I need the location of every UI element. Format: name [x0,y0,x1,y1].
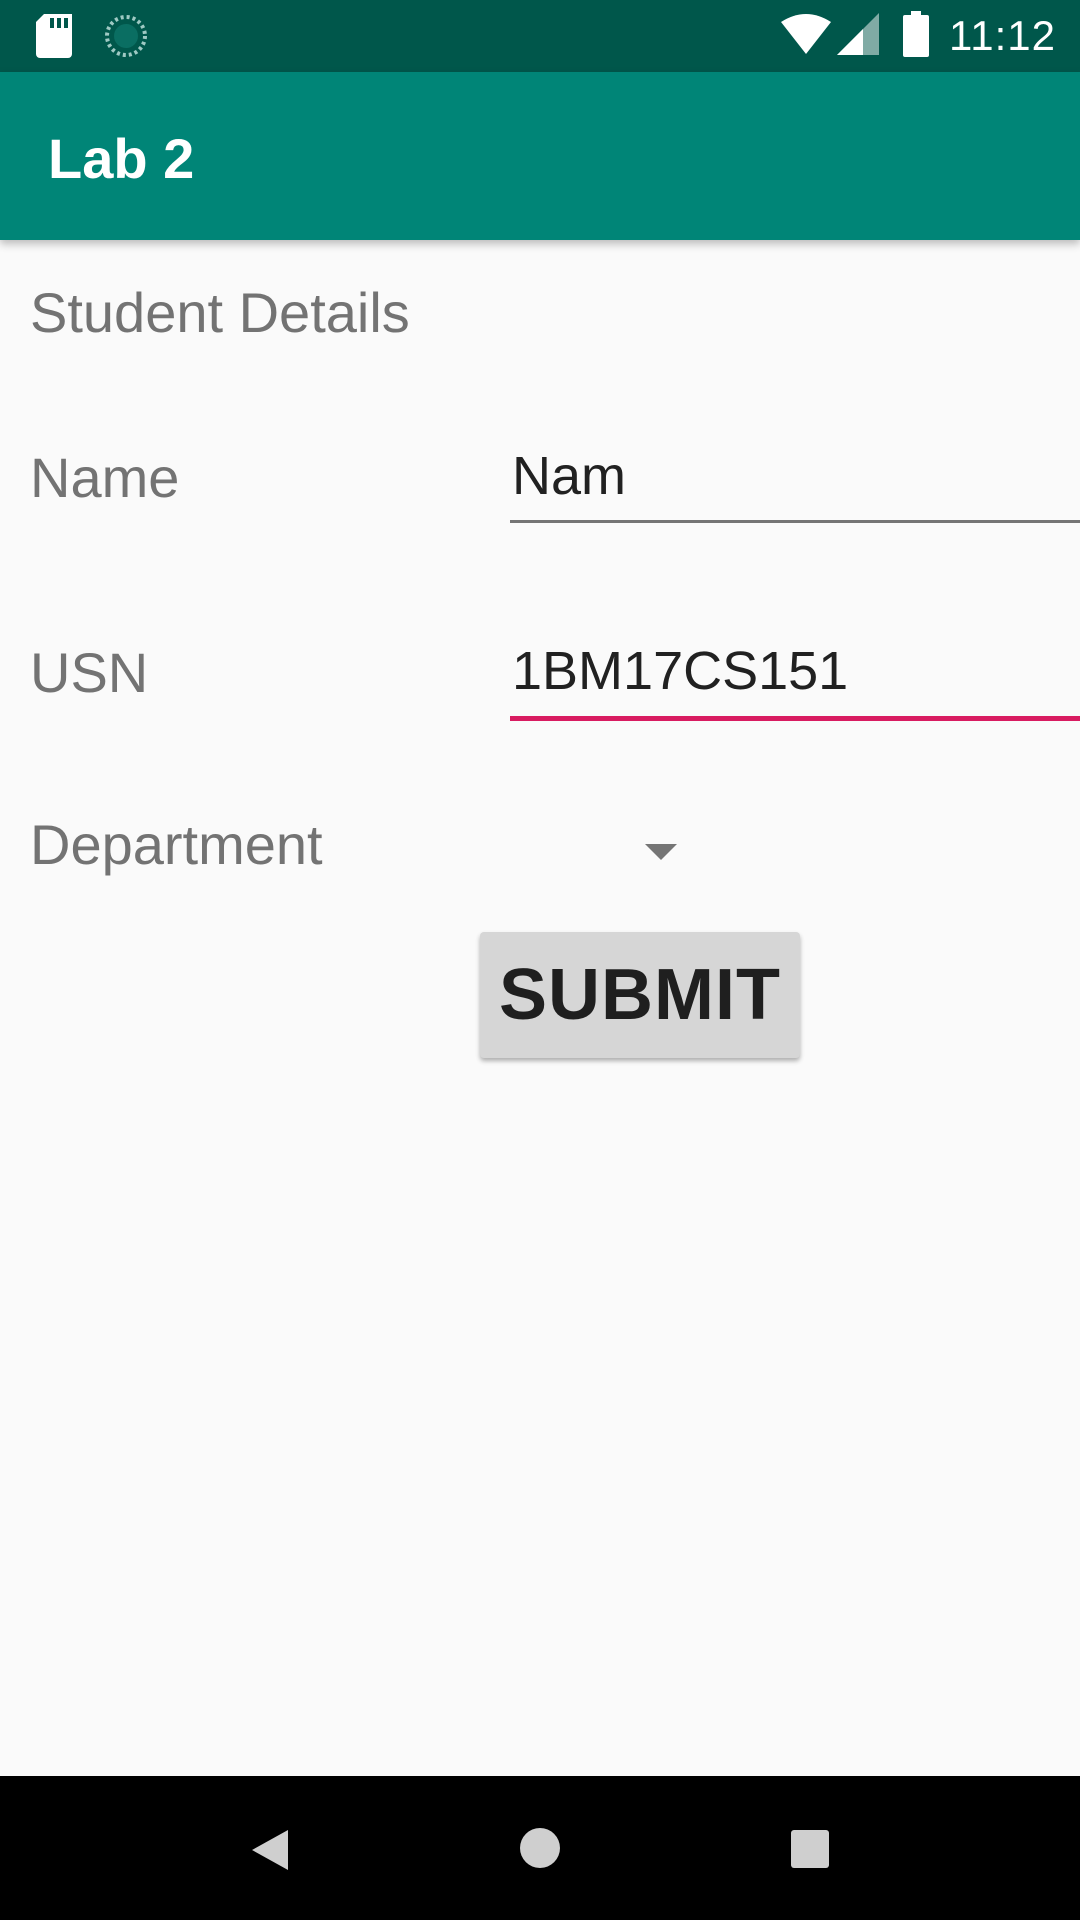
department-label: Department [30,813,323,876]
app-bar: Lab 2 [0,72,1080,240]
form-heading: Student Details [30,281,410,344]
usn-input-underline [510,716,1080,721]
recents-icon[interactable] [791,1830,829,1868]
status-bar-left [36,14,148,63]
name-input-underline [510,520,1080,523]
sync-icon [104,14,148,63]
usn-label: USN [30,641,149,704]
submit-button[interactable]: SUBMIT [480,932,800,1058]
name-input[interactable] [510,436,1080,516]
wifi-icon [781,13,831,59]
status-bar-right: 11:12 [781,10,1056,62]
usn-input[interactable] [510,631,1080,711]
status-bar: 11:12 [0,0,1080,72]
sd-card-icon [36,14,72,63]
app-title: Lab 2 [48,127,195,190]
dropdown-arrow-icon[interactable] [645,844,677,860]
status-time: 11:12 [949,12,1056,59]
signal-icon [837,12,879,60]
name-label: Name [30,446,180,509]
battery-icon [903,10,929,62]
back-icon[interactable] [252,1830,288,1870]
home-icon[interactable] [520,1828,560,1868]
